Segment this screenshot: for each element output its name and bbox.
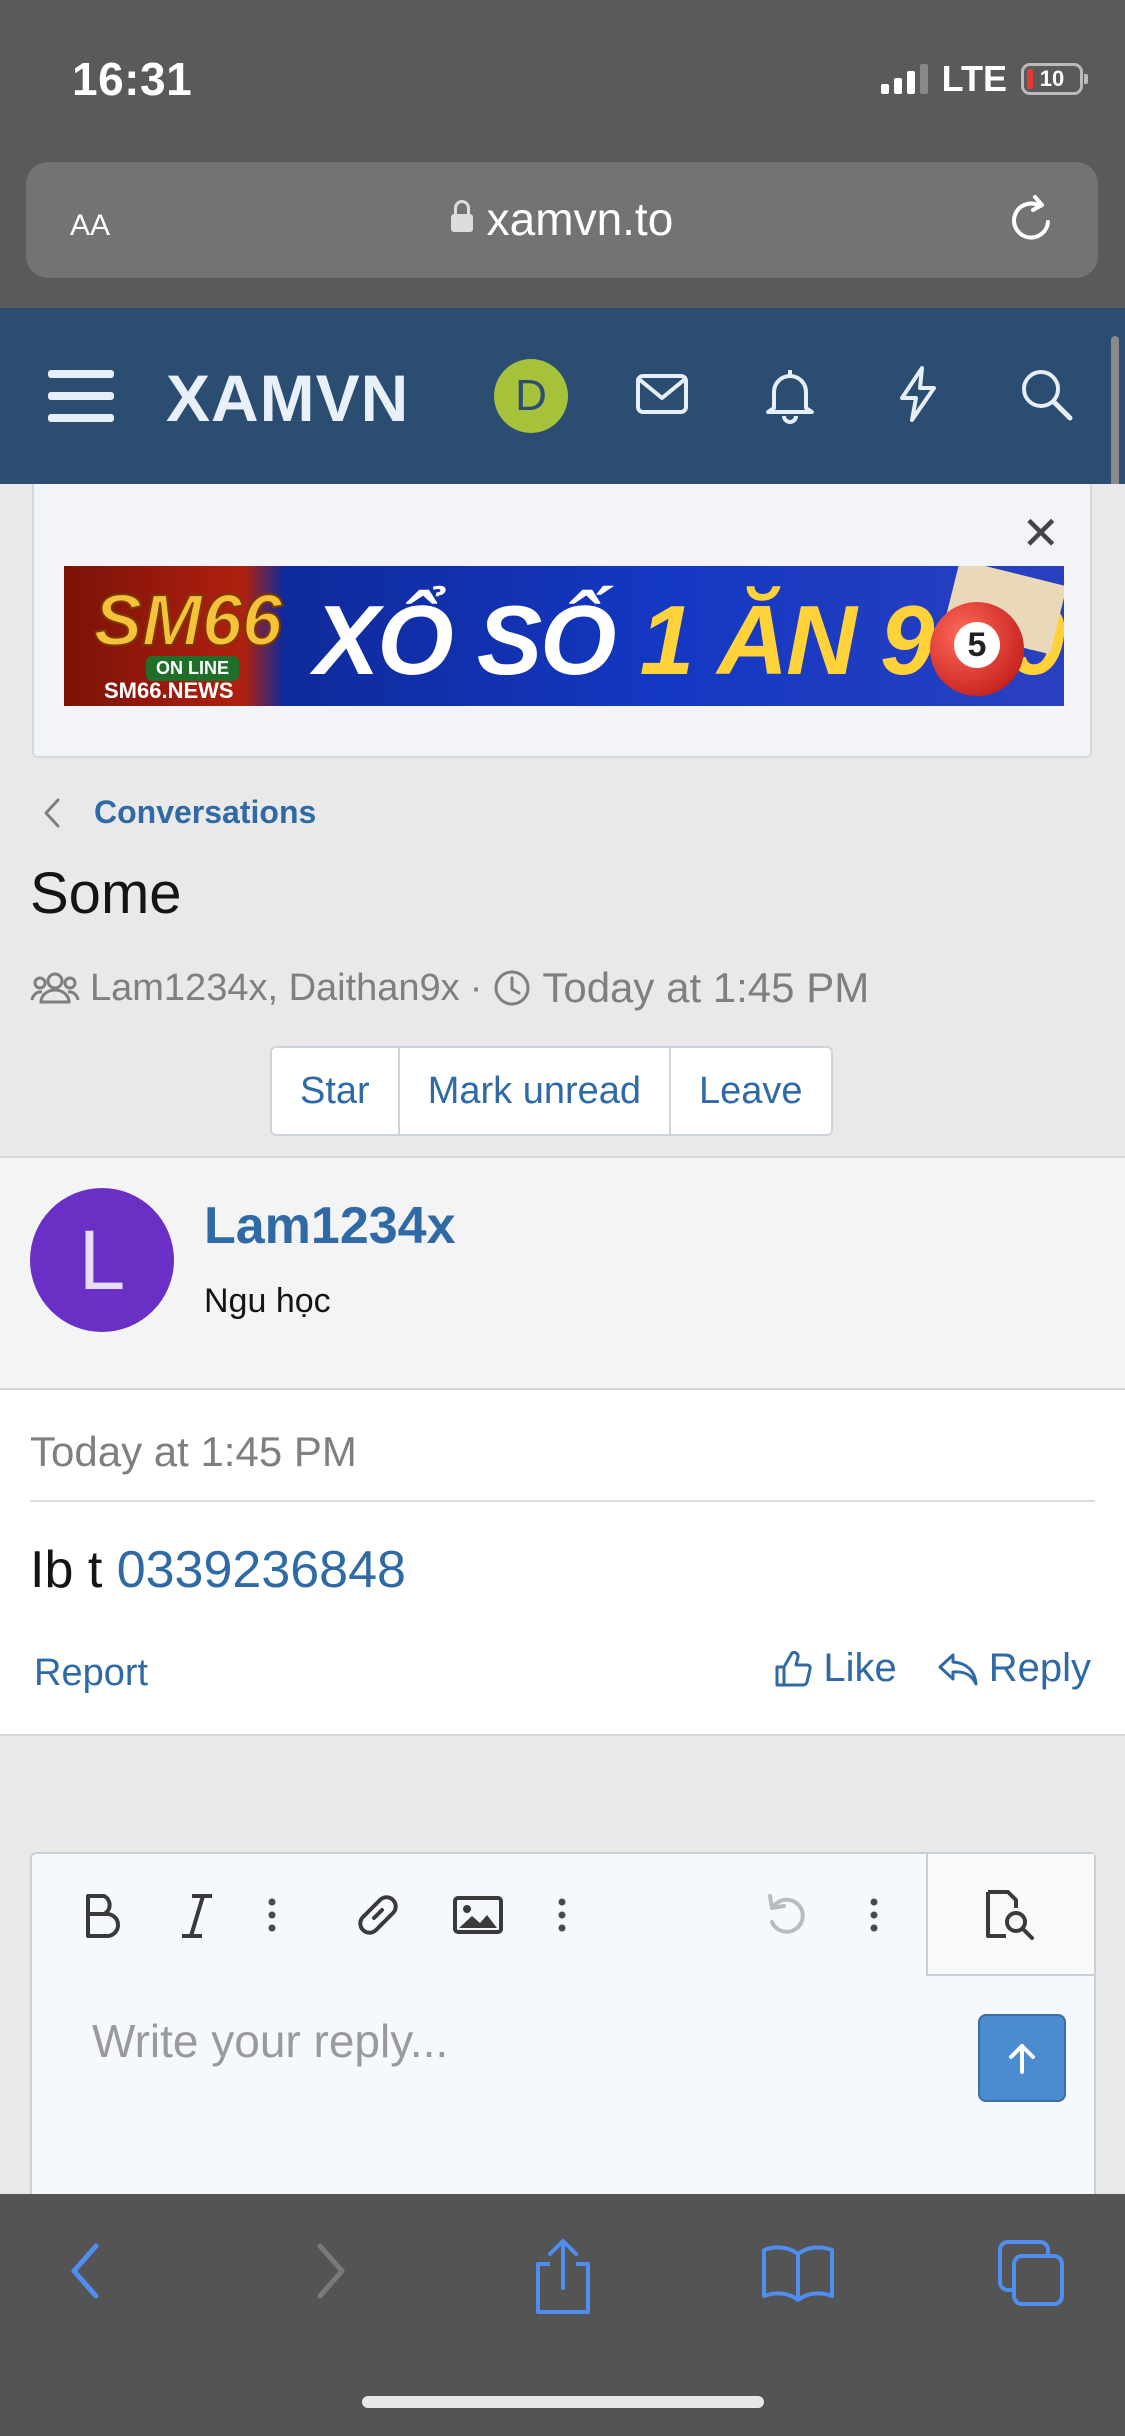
participants[interactable]: Lam1234x, Daithan9x	[90, 967, 460, 1010]
ad-container: ✕ SM66 ON LINE SM66.NEWS XỔ SỐ 1 ĂN 99.9	[32, 484, 1092, 758]
conversation-meta: Lam1234x, Daithan9x · Today at 1:45 PM	[30, 964, 869, 1012]
author-name[interactable]: Lam1234x	[204, 1196, 456, 1256]
reply-input[interactable]: Write your reply...	[92, 2014, 448, 2068]
menu-icon[interactable]	[48, 370, 114, 436]
breadcrumb[interactable]: Conversations	[40, 794, 316, 831]
arrow-up-icon	[1009, 2044, 1035, 2074]
user-avatar[interactable]: D	[494, 359, 568, 433]
message-text: Ib t 0339236848	[30, 1540, 406, 1600]
author-avatar[interactable]: L	[30, 1188, 174, 1332]
message-actions: Like Reply	[773, 1646, 1091, 1691]
divider	[30, 1500, 1095, 1502]
bell-icon[interactable]	[760, 364, 820, 424]
leave-button[interactable]: Leave	[671, 1048, 831, 1134]
reload-icon[interactable]	[1004, 192, 1060, 248]
editor-toolbar	[32, 1854, 1094, 1976]
network-type: LTE	[941, 58, 1007, 99]
ad-logo: SM66 ON LINE SM66.NEWS	[76, 574, 296, 703]
reply-button[interactable]: Reply	[937, 1646, 1091, 1691]
battery-icon: 10	[1021, 63, 1088, 95]
lock-icon	[450, 199, 473, 232]
italic-icon[interactable]	[172, 1888, 222, 1942]
more-icon[interactable]	[864, 1888, 884, 1942]
undo-icon[interactable]	[760, 1888, 816, 1942]
image-icon[interactable]	[450, 1888, 506, 1942]
clock-icon	[494, 970, 530, 1006]
post-reply-button[interactable]	[978, 2014, 1066, 2102]
tabs-icon[interactable]	[996, 2238, 1068, 2310]
conversation-actions: Star Mark unread Leave	[270, 1046, 833, 1136]
message-date[interactable]: Today at 1:45 PM	[30, 1428, 357, 1476]
like-button[interactable]: Like	[773, 1646, 897, 1691]
message-text-prefix: Ib t	[30, 1541, 117, 1599]
conversation-date: Today at 1:45 PM	[542, 964, 870, 1011]
site-header: XAMVN D	[0, 308, 1125, 484]
users-icon	[30, 972, 80, 1004]
status-indicators: LTE 10	[880, 58, 1088, 100]
chevron-left-icon	[44, 798, 60, 827]
preview-toggle[interactable]	[926, 1854, 1094, 1976]
meta-separator: ·	[469, 966, 483, 1009]
lottery-ball-graphic	[930, 602, 1024, 696]
reply-icon	[938, 1653, 978, 1685]
page-title: Some	[30, 861, 182, 926]
battery-level: 10	[1039, 66, 1065, 91]
address-bar[interactable]: AA xamvn.to	[26, 162, 1098, 278]
author-title: Ngu học	[204, 1282, 331, 1320]
back-icon[interactable]	[62, 2238, 112, 2304]
report-link[interactable]: Report	[34, 1652, 148, 1695]
url-field[interactable]: xamvn.to	[26, 192, 1098, 246]
preview-icon	[986, 1890, 1034, 1940]
page-content: ✕ SM66 ON LINE SM66.NEWS XỔ SỐ 1 ĂN 99.9…	[0, 484, 1125, 2252]
like-label: Like	[823, 1646, 897, 1690]
bolt-icon[interactable]	[888, 364, 948, 424]
mark-unread-button[interactable]: Mark unread	[400, 1048, 672, 1134]
thumbs-up-icon	[775, 1650, 812, 1686]
home-indicator[interactable]	[362, 2396, 764, 2408]
star-button[interactable]: Star	[272, 1048, 400, 1134]
site-logo[interactable]: XAMVN	[166, 360, 409, 436]
close-icon[interactable]: ✕	[1021, 506, 1060, 560]
more-icon[interactable]	[262, 1888, 282, 1942]
ad-banner[interactable]: SM66 ON LINE SM66.NEWS XỔ SỐ 1 ĂN 99.9	[64, 566, 1064, 706]
message-body: Today at 1:45 PM Ib t 0339236848 Report …	[0, 1390, 1125, 1736]
message-user-block: L Lam1234x Ngu học	[0, 1156, 1125, 1390]
status-time: 16:31	[72, 53, 193, 105]
url-text: xamvn.to	[486, 193, 674, 245]
phone-link[interactable]: 0339236848	[117, 1541, 406, 1599]
search-icon[interactable]	[1016, 364, 1076, 424]
reply-editor: Write your reply...	[30, 1852, 1096, 2252]
ad-brand: SM66	[93, 580, 283, 662]
bold-icon[interactable]	[76, 1888, 128, 1942]
ad-headline-part1: XỔ SỐ	[314, 585, 616, 695]
link-icon[interactable]	[350, 1888, 406, 1942]
ad-site-label: SM66.NEWS	[104, 678, 234, 703]
status-bar: 16:31 LTE 10	[0, 0, 1125, 150]
forward-icon[interactable]	[304, 2238, 354, 2304]
reply-label: Reply	[988, 1646, 1091, 1690]
bookmarks-icon[interactable]	[760, 2238, 836, 2304]
signal-icon	[880, 64, 928, 94]
more-icon[interactable]	[552, 1888, 572, 1942]
envelope-icon[interactable]	[632, 364, 692, 424]
share-icon[interactable]	[528, 2238, 598, 2318]
breadcrumb-link[interactable]: Conversations	[94, 794, 316, 831]
